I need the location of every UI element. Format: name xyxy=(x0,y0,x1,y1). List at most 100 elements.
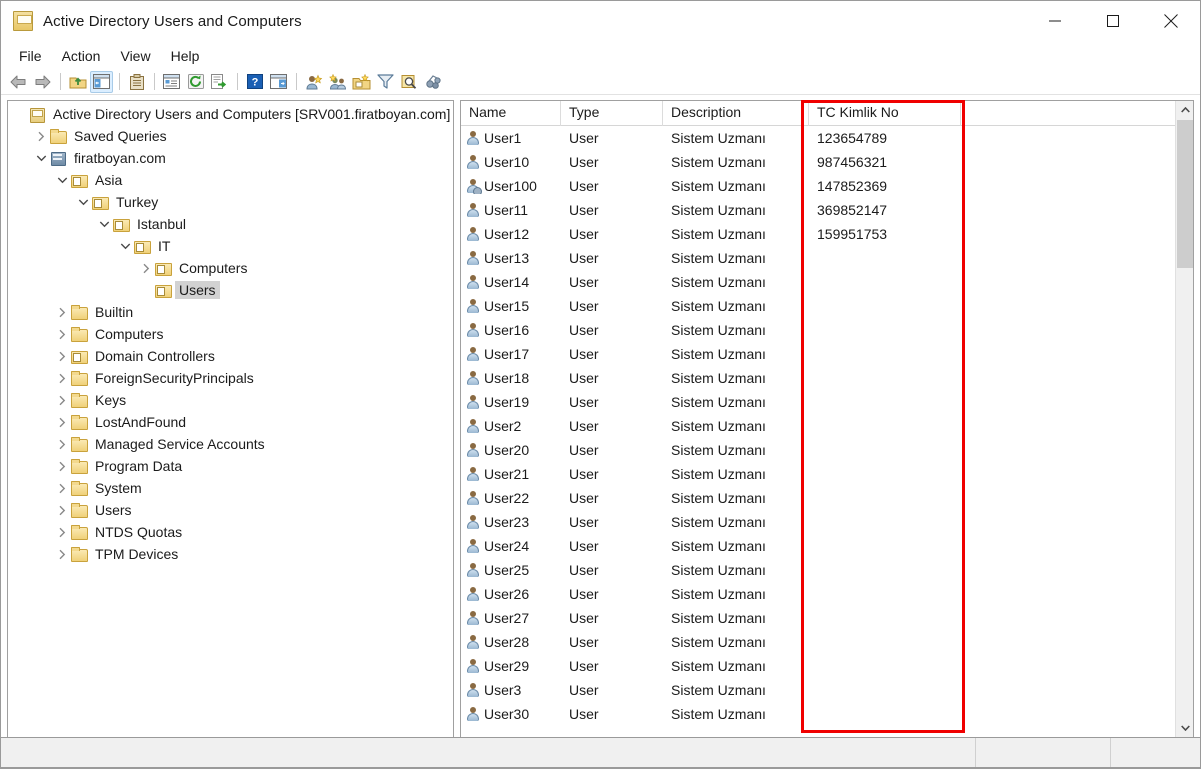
tree-node-turkey[interactable]: Turkey xyxy=(8,191,453,213)
list-row[interactable]: User1 User Sistem Uzmanı 123654789 xyxy=(461,126,1177,150)
vertical-scrollbar[interactable] xyxy=(1175,101,1193,737)
show-hide-console-tree-icon[interactable] xyxy=(90,70,113,93)
chevron-down-icon[interactable] xyxy=(75,191,91,213)
new-ou-icon[interactable] xyxy=(350,71,373,93)
chevron-right-icon[interactable] xyxy=(54,521,70,543)
tree-node-foreignsecurityprincipals[interactable]: ForeignSecurityPrincipals xyxy=(8,367,453,389)
chevron-right-icon[interactable] xyxy=(54,433,70,455)
tree-node-managed-service-accounts[interactable]: Managed Service Accounts xyxy=(8,433,453,455)
chevron-down-icon[interactable] xyxy=(54,169,70,191)
tree-node-computers[interactable]: Computers xyxy=(8,257,453,279)
menu-help[interactable]: Help xyxy=(161,46,210,66)
chevron-right-icon[interactable] xyxy=(54,301,70,323)
column-header-type[interactable]: Type xyxy=(561,101,663,126)
query-icon[interactable] xyxy=(422,71,445,93)
list-row[interactable]: User24 User Sistem Uzmanı xyxy=(461,534,1177,558)
chevron-right-icon[interactable] xyxy=(54,455,70,477)
list-row[interactable]: User28 User Sistem Uzmanı xyxy=(461,630,1177,654)
column-header-name[interactable]: Name xyxy=(461,101,561,126)
chevron-down-icon[interactable] xyxy=(96,213,112,235)
list-row[interactable]: User20 User Sistem Uzmanı xyxy=(461,438,1177,462)
chevron-right-icon[interactable] xyxy=(54,389,70,411)
list-view-pane[interactable]: Name Type Description TC Kimlik No User1 Use… xyxy=(460,100,1194,738)
column-header-description[interactable]: Description xyxy=(663,101,809,126)
column-header-tc-kimlik-no[interactable]: TC Kimlik No xyxy=(809,101,961,126)
list-row[interactable]: User22 User Sistem Uzmanı xyxy=(461,486,1177,510)
list-row[interactable]: User26 User Sistem Uzmanı xyxy=(461,582,1177,606)
help-icon[interactable]: ? xyxy=(243,71,266,93)
scroll-up-arrow[interactable] xyxy=(1176,101,1193,119)
tree-node-users[interactable]: Users xyxy=(8,279,453,301)
chevron-right-icon[interactable] xyxy=(54,411,70,433)
forward-icon[interactable] xyxy=(31,71,54,93)
tree-node-asia[interactable]: Asia xyxy=(8,169,453,191)
chevron-right-icon[interactable] xyxy=(138,257,154,279)
list-row[interactable]: User14 User Sistem Uzmanı xyxy=(461,270,1177,294)
tree-node-it[interactable]: IT xyxy=(8,235,453,257)
find-icon[interactable] xyxy=(398,71,421,93)
tree-node-ntds-quotas[interactable]: NTDS Quotas xyxy=(8,521,453,543)
list-row[interactable]: User18 User Sistem Uzmanı xyxy=(461,366,1177,390)
minimize-button[interactable] xyxy=(1026,1,1084,41)
tree-node-system[interactable]: System xyxy=(8,477,453,499)
list-row[interactable]: User12 User Sistem Uzmanı 159951753 xyxy=(461,222,1177,246)
export-list-icon[interactable] xyxy=(208,71,231,93)
list-row[interactable]: User29 User Sistem Uzmanı xyxy=(461,654,1177,678)
menu-action[interactable]: Action xyxy=(52,46,111,66)
list-row[interactable]: User17 User Sistem Uzmanı xyxy=(461,342,1177,366)
properties-icon[interactable] xyxy=(125,71,148,93)
list-view-body[interactable]: User1 User Sistem Uzmanı 123654789 User10 Use… xyxy=(461,126,1177,737)
console-tree-pane[interactable]: Active Directory Users and Computers [SR… xyxy=(7,100,454,738)
tree-node-tpm-devices[interactable]: TPM Devices xyxy=(8,543,453,565)
tree-node-firatboyan-com[interactable]: firatboyan.com xyxy=(8,147,453,169)
chevron-right-icon[interactable] xyxy=(54,499,70,521)
up-one-level-icon[interactable] xyxy=(66,71,89,93)
chevron-right-icon[interactable] xyxy=(54,477,70,499)
menu-view[interactable]: View xyxy=(110,46,160,66)
list-row[interactable]: User100 User Sistem Uzmanı 147852369 xyxy=(461,174,1177,198)
refresh-icon[interactable] xyxy=(184,71,207,93)
list-row[interactable]: User16 User Sistem Uzmanı xyxy=(461,318,1177,342)
list-row[interactable]: User23 User Sistem Uzmanı xyxy=(461,510,1177,534)
menu-file[interactable]: File xyxy=(9,46,52,66)
tree-node-builtin[interactable]: Builtin xyxy=(8,301,453,323)
tree-node-domain-controllers[interactable]: Domain Controllers xyxy=(8,345,453,367)
back-icon[interactable] xyxy=(7,71,30,93)
maximize-button[interactable] xyxy=(1084,1,1142,41)
show-window-icon[interactable] xyxy=(267,71,290,93)
new-group-icon[interactable] xyxy=(326,71,349,93)
tree-node-active-directory-users-and-computers-srv001-firatboyan-com[interactable]: Active Directory Users and Computers [SR… xyxy=(8,103,453,125)
list-row[interactable]: User3 User Sistem Uzmanı xyxy=(461,678,1177,702)
list-row[interactable]: User13 User Sistem Uzmanı xyxy=(461,246,1177,270)
list-row[interactable]: User11 User Sistem Uzmanı 369852147 xyxy=(461,198,1177,222)
list-view-header[interactable]: Name Type Description TC Kimlik No xyxy=(461,101,1177,126)
list-row[interactable]: User10 User Sistem Uzmanı 987456321 xyxy=(461,150,1177,174)
list-row[interactable]: User15 User Sistem Uzmanı xyxy=(461,294,1177,318)
list-row[interactable]: User30 User Sistem Uzmanı xyxy=(461,702,1177,726)
chevron-right-icon[interactable] xyxy=(33,125,49,147)
chevron-down-icon[interactable] xyxy=(117,235,133,257)
tree-node-saved-queries[interactable]: Saved Queries xyxy=(8,125,453,147)
new-user-icon[interactable] xyxy=(302,71,325,93)
chevron-right-icon[interactable] xyxy=(54,543,70,565)
tree-node-program-data[interactable]: Program Data xyxy=(8,455,453,477)
chevron-right-icon[interactable] xyxy=(54,323,70,345)
tree-node-users[interactable]: Users xyxy=(8,499,453,521)
tree-node-keys[interactable]: Keys xyxy=(8,389,453,411)
close-button[interactable] xyxy=(1142,1,1200,41)
list-row[interactable]: User27 User Sistem Uzmanı xyxy=(461,606,1177,630)
column-header-blank[interactable] xyxy=(961,101,1177,126)
list-row[interactable]: User19 User Sistem Uzmanı xyxy=(461,390,1177,414)
tree-node-istanbul[interactable]: Istanbul xyxy=(8,213,453,235)
list-row[interactable]: User2 User Sistem Uzmanı xyxy=(461,414,1177,438)
chevron-right-icon[interactable] xyxy=(54,345,70,367)
chevron-down-icon[interactable] xyxy=(33,147,49,169)
scrollbar-thumb[interactable] xyxy=(1177,120,1193,268)
list-row[interactable]: User25 User Sistem Uzmanı xyxy=(461,558,1177,582)
list-row[interactable]: User21 User Sistem Uzmanı xyxy=(461,462,1177,486)
chevron-right-icon[interactable] xyxy=(54,367,70,389)
view-icon[interactable] xyxy=(160,71,183,93)
tree-node-computers[interactable]: Computers xyxy=(8,323,453,345)
scroll-down-arrow[interactable] xyxy=(1176,719,1193,737)
tree-node-lostandfound[interactable]: LostAndFound xyxy=(8,411,453,433)
